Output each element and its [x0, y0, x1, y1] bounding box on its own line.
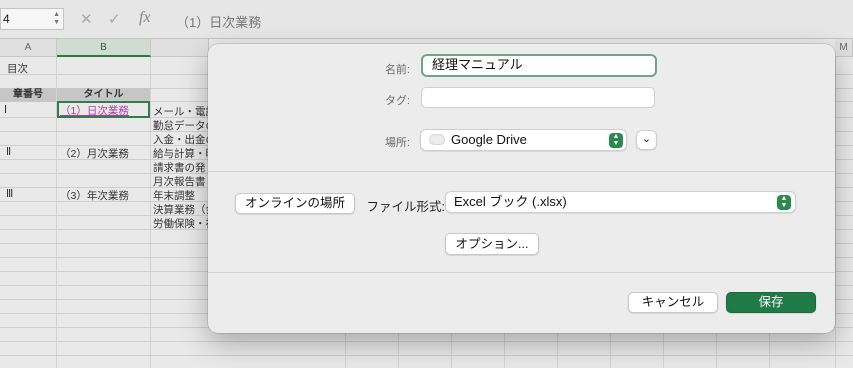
chevron-down-icon: ⌄ [641, 133, 652, 145]
cell-r6-c[interactable]: 月次報告書 [153, 174, 208, 189]
function-icon[interactable]: fx [139, 9, 151, 27]
dialog-divider [208, 171, 835, 172]
cell-a1[interactable]: 目次 [7, 61, 28, 76]
name-box-spinner-icon[interactable]: ▲ ▼ [53, 11, 60, 27]
table-header-title[interactable]: タイトル [57, 88, 150, 102]
name-box-value: 4 [3, 12, 10, 26]
dialog-divider [208, 272, 835, 273]
grid-line [835, 57, 836, 368]
table-header-chapter[interactable]: 章番号 [0, 88, 56, 102]
format-label: ファイル形式: [366, 200, 445, 214]
column-header-b[interactable]: B [57, 39, 151, 57]
cell-r7-c[interactable]: 年末調整 [153, 188, 208, 203]
file-format-popup[interactable]: Excel ブック (.xlsx) ▲ ▼ [445, 191, 796, 213]
cell-link-monthly[interactable]: （2）月次業務 [60, 146, 129, 161]
column-header-c[interactable] [151, 39, 209, 57]
tags-input[interactable] [421, 87, 655, 108]
online-locations-button[interactable]: オンラインの場所 [235, 193, 355, 214]
grid-line [0, 341, 853, 342]
cell-r5-c[interactable]: 請求書の発 [153, 160, 208, 175]
grid-line [0, 355, 853, 356]
expand-dialog-button[interactable]: ⌄ [636, 130, 657, 150]
cell-chapter-1[interactable]: Ⅰ [4, 104, 7, 116]
name-box[interactable]: 4 ▲ ▼ [0, 8, 64, 30]
formula-bar: 4 ▲ ▼ ✕ ✓ fx （1）日次業務 [0, 0, 853, 39]
cancel-formula-icon[interactable]: ✕ [80, 10, 93, 28]
cell-r9-c[interactable]: 労働保険・社 [153, 216, 208, 231]
location-label: 場所: [384, 137, 410, 149]
popup-stepper-icon: ▲ ▼ [777, 195, 791, 210]
file-name-input[interactable]: 経理マニュアル [421, 54, 657, 77]
cell-r4-c[interactable]: 給与計算・明 [153, 146, 208, 161]
grid-line [150, 57, 151, 368]
column-header-m[interactable]: M [835, 39, 853, 57]
cloud-icon [429, 134, 445, 146]
file-format-value: Excel ブック (.xlsx) [454, 194, 567, 209]
cell-chapter-3[interactable]: Ⅲ [6, 188, 13, 200]
save-button[interactable]: 保存 [726, 292, 816, 313]
options-button[interactable]: オプション... [445, 233, 539, 255]
cell-r1-c[interactable]: メール・電話 [153, 104, 208, 119]
location-value: Google Drive [451, 132, 527, 147]
tags-label: タグ: [384, 95, 410, 107]
popup-stepper-icon: ▲ ▼ [609, 133, 623, 148]
selected-cell [57, 101, 150, 118]
confirm-formula-icon[interactable]: ✓ [108, 10, 121, 28]
cancel-button[interactable]: キャンセル [628, 292, 718, 313]
cell-r2-c[interactable]: 勤怠データの [153, 118, 208, 133]
name-label: 名前: [384, 64, 410, 76]
cell-chapter-2[interactable]: Ⅱ [6, 146, 11, 158]
save-dialog: 名前: 経理マニュアル タグ: 場所: Google Drive ▲ ▼ ⌄ オン… [208, 44, 835, 333]
cell-r8-c[interactable]: 決算業務（会 [153, 202, 208, 217]
cell-r3-c[interactable]: 入金・出金の [153, 132, 208, 147]
column-header-a[interactable]: A [0, 39, 57, 57]
location-popup[interactable]: Google Drive ▲ ▼ [420, 129, 627, 151]
formula-content[interactable]: （1）日次業務 [176, 12, 261, 31]
cell-link-yearly[interactable]: （3）年次業務 [60, 188, 129, 203]
